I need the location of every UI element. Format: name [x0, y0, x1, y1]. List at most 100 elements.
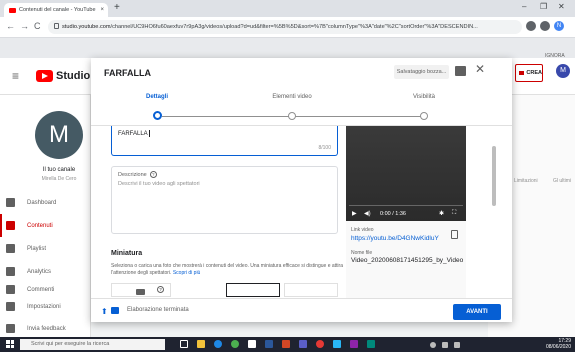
image-upload-icon [136, 289, 145, 295]
extension-icon[interactable] [540, 21, 550, 31]
analytics-icon [6, 267, 15, 276]
app-icon[interactable] [316, 340, 324, 348]
sidebar-item-impostazioni[interactable]: Impostazioni [0, 295, 91, 318]
forward-icon[interactable]: → [20, 21, 29, 31]
window-close-icon[interactable]: ✕ [558, 2, 565, 11]
step-video-elements[interactable]: Elementi video [247, 94, 337, 100]
bookmark-bar [0, 38, 575, 58]
sidebar-item-label: Impostazioni [27, 303, 61, 310]
dialog-scrollbar[interactable] [492, 146, 496, 206]
create-button[interactable]: CREA [515, 64, 543, 82]
step-dot-visibility[interactable] [420, 112, 428, 120]
sidebar-item-label: Invia feedback [27, 325, 66, 332]
dashboard-icon [6, 198, 15, 207]
network-icon[interactable] [430, 342, 436, 348]
channel-avatar[interactable]: M [35, 111, 83, 159]
back-icon[interactable]: ← [6, 21, 15, 31]
description-field[interactable]: Descrizione? Descrivi il tuo video agli … [111, 166, 338, 234]
thumbnail-option[interactable] [284, 283, 338, 297]
video-preview-card: ▶ ◀) 0:00 / 1:36 ✱ ⛶ Link video https://… [346, 126, 466, 299]
tab-close-icon[interactable]: × [100, 7, 104, 13]
step-dot-video-elements[interactable] [288, 112, 296, 120]
thumbnail-help-icon[interactable]: ? [157, 286, 164, 293]
battery-icon[interactable] [454, 342, 460, 348]
sidebar-item-label: Playlist [27, 245, 47, 252]
copy-icon[interactable] [451, 230, 458, 239]
thumbnail-option[interactable] [226, 283, 280, 297]
column-header-date: Gl ultimi [553, 178, 572, 184]
video-player[interactable]: ▶ ◀) 0:00 / 1:36 ✱ ⛶ [346, 126, 466, 221]
word-icon[interactable] [265, 340, 273, 348]
description-placeholder: Descrivi il tuo video agli spettatori [118, 181, 200, 187]
gear-icon [6, 302, 15, 311]
video-time: 0:00 / 1:36 [380, 211, 406, 217]
step-details[interactable]: Dettagli [112, 94, 202, 100]
app-icon[interactable] [333, 340, 341, 348]
sidebar-item-label: Commenti [27, 286, 55, 293]
help-icon[interactable]: ? [149, 171, 157, 178]
comment-icon [6, 285, 15, 294]
task-view-icon[interactable] [180, 340, 188, 348]
new-tab-button[interactable]: + [114, 2, 120, 13]
url-host: studio.youtube.com [62, 24, 111, 30]
dialog-footer: ⬆ Elaborazione terminata AVANTI [91, 298, 512, 322]
sidebar: M Il tuo canale Mirella De Cero Dashboar… [0, 95, 91, 337]
title-input-value: FARFALLA [118, 130, 150, 137]
volume-tray-icon[interactable] [442, 342, 448, 348]
alert-icon[interactable] [455, 66, 466, 76]
file-name: Video_20200608171451295_by_Video... [351, 257, 463, 264]
app-icon[interactable] [350, 340, 358, 348]
edge-icon[interactable] [214, 340, 222, 348]
video-progress-bar[interactable] [349, 205, 463, 206]
taskbar-search[interactable]: Scrivi qui per eseguire la ricerca [20, 339, 165, 350]
file-name-label: Nome file [351, 250, 373, 256]
play-icon[interactable]: ▶ [352, 210, 357, 217]
windows-taskbar: Scrivi qui per eseguire la ricerca 17:29… [0, 337, 575, 352]
maximize-icon[interactable]: ❐ [540, 2, 547, 11]
browser-tab-bar: Contenuti del canale - YouTube × + – ❐ ✕ [0, 0, 575, 17]
user-avatar[interactable]: M [556, 64, 570, 78]
taskbar-clock[interactable]: 17:29 08/06/2020 [546, 338, 571, 350]
teams-icon[interactable] [299, 340, 307, 348]
menu-icon[interactable]: ≡ [12, 69, 19, 83]
playlist-icon [6, 244, 15, 253]
app-icon[interactable] [367, 340, 375, 348]
volume-icon[interactable]: ◀) [364, 210, 371, 217]
reload-icon[interactable]: C [34, 21, 41, 31]
next-button[interactable]: AVANTI [453, 304, 501, 320]
title-char-count: 8/100 [318, 145, 331, 151]
tab-title: Contenuti del canale - YouTube [19, 7, 96, 13]
description-label: Descrizione? [118, 171, 157, 178]
learn-more-link[interactable]: Scopri di più [173, 270, 201, 276]
store-icon[interactable] [248, 340, 256, 348]
dialog-title: FARFALLA [104, 68, 151, 78]
sidebar-item-dashboard[interactable]: Dashboard [0, 191, 91, 214]
create-label: CREA [526, 70, 542, 76]
settings-icon[interactable]: ✱ [439, 210, 444, 217]
sidebar-item-playlist[interactable]: Playlist [0, 237, 91, 260]
powerpoint-icon[interactable] [282, 340, 290, 348]
browser-tab[interactable]: Contenuti del canale - YouTube × [4, 3, 108, 17]
upload-icon: ⬆ [101, 307, 108, 316]
title-field[interactable]: FARFALLA 8/100 [111, 126, 338, 156]
step-dot-details[interactable] [153, 111, 162, 120]
sidebar-item-contenuti[interactable]: Contenuti [0, 214, 91, 237]
title-text: FARFALLA [118, 131, 148, 138]
step-visibility[interactable]: Visibilità [379, 94, 469, 100]
chrome-icon[interactable] [231, 340, 239, 348]
url-field[interactable]: studio.youtube.com/channel/UC9HO6fu60aex… [48, 20, 522, 34]
video-icon [6, 221, 15, 230]
lock-icon[interactable] [54, 23, 59, 29]
minimize-icon[interactable]: – [522, 2, 526, 11]
ignore-link[interactable]: IGNORA [545, 53, 565, 59]
file-explorer-icon[interactable] [197, 340, 205, 348]
star-icon[interactable] [526, 21, 536, 31]
dialog-close-icon[interactable]: ✕ [475, 62, 485, 76]
video-link[interactable]: https://youtu.be/D4GNwKidluY [351, 235, 439, 242]
windows-start-icon[interactable] [6, 340, 14, 348]
draft-status-badge: Salvataggio bozza... [394, 65, 449, 79]
studio-logo[interactable]: Studio [36, 70, 90, 82]
profile-avatar[interactable]: N [554, 21, 564, 31]
fullscreen-icon[interactable]: ⛶ [452, 210, 456, 217]
youtube-logo-icon [36, 70, 53, 82]
